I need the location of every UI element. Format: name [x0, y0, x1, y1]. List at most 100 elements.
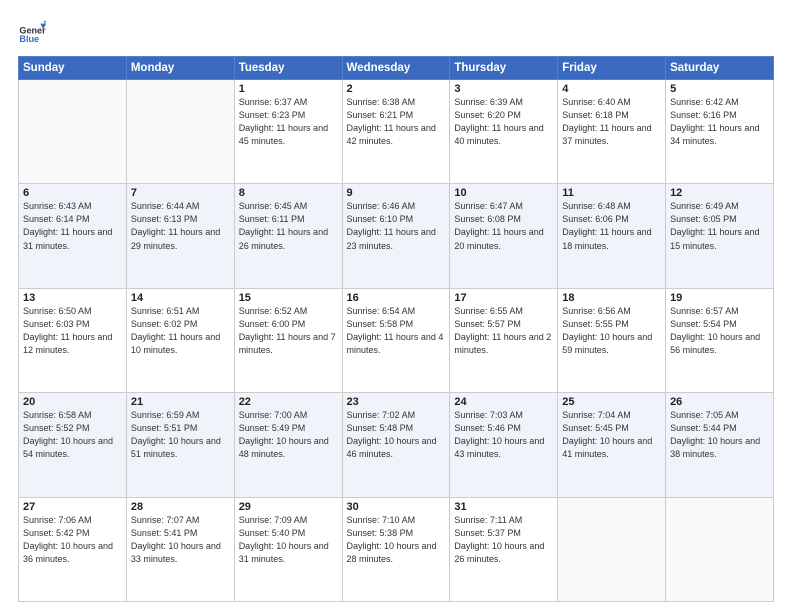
sunset-label: Sunset: 5:41 PM [131, 528, 198, 538]
daylight-label: Daylight: 10 hours and 51 minutes. [131, 436, 221, 459]
calendar-cell: 26 Sunrise: 7:05 AM Sunset: 5:44 PM Dayl… [666, 393, 774, 497]
day-number: 2 [347, 83, 446, 95]
daylight-label: Daylight: 10 hours and 41 minutes. [562, 436, 652, 459]
day-number: 19 [670, 292, 769, 304]
sunrise-label: Sunrise: 6:39 AM [454, 97, 523, 107]
sunrise-label: Sunrise: 6:43 AM [23, 201, 92, 211]
daylight-label: Daylight: 10 hours and 33 minutes. [131, 541, 221, 564]
sunset-label: Sunset: 5:46 PM [454, 423, 521, 433]
day-info: Sunrise: 6:50 AM Sunset: 6:03 PM Dayligh… [23, 305, 122, 357]
week-row: 13 Sunrise: 6:50 AM Sunset: 6:03 PM Dayl… [19, 288, 774, 392]
calendar-cell: 24 Sunrise: 7:03 AM Sunset: 5:46 PM Dayl… [450, 393, 558, 497]
week-row: 6 Sunrise: 6:43 AM Sunset: 6:14 PM Dayli… [19, 184, 774, 288]
daylight-label: Daylight: 10 hours and 28 minutes. [347, 541, 437, 564]
day-number: 11 [562, 187, 661, 199]
daylight-label: Daylight: 10 hours and 54 minutes. [23, 436, 113, 459]
sunset-label: Sunset: 6:21 PM [347, 110, 414, 120]
day-number: 12 [670, 187, 769, 199]
daylight-label: Daylight: 11 hours and 12 minutes. [23, 332, 112, 355]
day-info: Sunrise: 6:59 AM Sunset: 5:51 PM Dayligh… [131, 409, 230, 461]
col-header-saturday: Saturday [666, 57, 774, 80]
calendar-cell: 19 Sunrise: 6:57 AM Sunset: 5:54 PM Dayl… [666, 288, 774, 392]
calendar-cell: 31 Sunrise: 7:11 AM Sunset: 5:37 PM Dayl… [450, 497, 558, 601]
sunrise-label: Sunrise: 6:52 AM [239, 306, 308, 316]
day-number: 30 [347, 501, 446, 513]
week-row: 20 Sunrise: 6:58 AM Sunset: 5:52 PM Dayl… [19, 393, 774, 497]
day-info: Sunrise: 7:11 AM Sunset: 5:37 PM Dayligh… [454, 514, 553, 566]
daylight-label: Daylight: 10 hours and 43 minutes. [454, 436, 544, 459]
sunset-label: Sunset: 5:58 PM [347, 319, 414, 329]
sunrise-label: Sunrise: 6:46 AM [347, 201, 416, 211]
day-info: Sunrise: 6:38 AM Sunset: 6:21 PM Dayligh… [347, 96, 446, 148]
sunrise-label: Sunrise: 7:03 AM [454, 410, 523, 420]
sunset-label: Sunset: 5:54 PM [670, 319, 737, 329]
sunrise-label: Sunrise: 6:58 AM [23, 410, 92, 420]
sunset-label: Sunset: 6:16 PM [670, 110, 737, 120]
sunset-label: Sunset: 5:38 PM [347, 528, 414, 538]
day-number: 5 [670, 83, 769, 95]
day-info: Sunrise: 7:10 AM Sunset: 5:38 PM Dayligh… [347, 514, 446, 566]
day-number: 23 [347, 396, 446, 408]
calendar-cell: 13 Sunrise: 6:50 AM Sunset: 6:03 PM Dayl… [19, 288, 127, 392]
sunrise-label: Sunrise: 6:54 AM [347, 306, 416, 316]
day-number: 28 [131, 501, 230, 513]
sunset-label: Sunset: 6:10 PM [347, 214, 414, 224]
day-info: Sunrise: 6:44 AM Sunset: 6:13 PM Dayligh… [131, 200, 230, 252]
day-info: Sunrise: 7:07 AM Sunset: 5:41 PM Dayligh… [131, 514, 230, 566]
week-row: 27 Sunrise: 7:06 AM Sunset: 5:42 PM Dayl… [19, 497, 774, 601]
logo-icon: General Blue [18, 18, 46, 46]
svg-text:Blue: Blue [19, 34, 39, 44]
day-number: 7 [131, 187, 230, 199]
col-header-monday: Monday [126, 57, 234, 80]
calendar-cell [126, 80, 234, 184]
daylight-label: Daylight: 11 hours and 37 minutes. [562, 123, 651, 146]
day-info: Sunrise: 6:46 AM Sunset: 6:10 PM Dayligh… [347, 200, 446, 252]
sunset-label: Sunset: 6:14 PM [23, 214, 90, 224]
day-number: 31 [454, 501, 553, 513]
calendar-cell: 20 Sunrise: 6:58 AM Sunset: 5:52 PM Dayl… [19, 393, 127, 497]
sunset-label: Sunset: 5:57 PM [454, 319, 521, 329]
day-number: 3 [454, 83, 553, 95]
sunrise-label: Sunrise: 7:09 AM [239, 515, 308, 525]
day-number: 21 [131, 396, 230, 408]
col-header-thursday: Thursday [450, 57, 558, 80]
sunrise-label: Sunrise: 6:49 AM [670, 201, 739, 211]
logo: General Blue [18, 18, 40, 46]
sunset-label: Sunset: 6:23 PM [239, 110, 306, 120]
calendar-cell: 16 Sunrise: 6:54 AM Sunset: 5:58 PM Dayl… [342, 288, 450, 392]
daylight-label: Daylight: 10 hours and 31 minutes. [239, 541, 329, 564]
daylight-label: Daylight: 11 hours and 26 minutes. [239, 227, 328, 250]
daylight-label: Daylight: 10 hours and 38 minutes. [670, 436, 760, 459]
sunrise-label: Sunrise: 7:04 AM [562, 410, 631, 420]
calendar-cell: 6 Sunrise: 6:43 AM Sunset: 6:14 PM Dayli… [19, 184, 127, 288]
sunset-label: Sunset: 6:08 PM [454, 214, 521, 224]
sunset-label: Sunset: 5:42 PM [23, 528, 90, 538]
sunrise-label: Sunrise: 6:40 AM [562, 97, 631, 107]
week-row: 1 Sunrise: 6:37 AM Sunset: 6:23 PM Dayli… [19, 80, 774, 184]
sunrise-label: Sunrise: 6:42 AM [670, 97, 739, 107]
day-number: 20 [23, 396, 122, 408]
sunset-label: Sunset: 5:45 PM [562, 423, 629, 433]
sunrise-label: Sunrise: 7:00 AM [239, 410, 308, 420]
calendar-cell: 23 Sunrise: 7:02 AM Sunset: 5:48 PM Dayl… [342, 393, 450, 497]
daylight-label: Daylight: 10 hours and 36 minutes. [23, 541, 113, 564]
header-row: SundayMondayTuesdayWednesdayThursdayFrid… [19, 57, 774, 80]
day-info: Sunrise: 6:40 AM Sunset: 6:18 PM Dayligh… [562, 96, 661, 148]
day-number: 16 [347, 292, 446, 304]
sunset-label: Sunset: 5:49 PM [239, 423, 306, 433]
daylight-label: Daylight: 11 hours and 20 minutes. [454, 227, 543, 250]
day-info: Sunrise: 7:00 AM Sunset: 5:49 PM Dayligh… [239, 409, 338, 461]
header: General Blue [18, 18, 774, 46]
calendar-cell: 22 Sunrise: 7:00 AM Sunset: 5:49 PM Dayl… [234, 393, 342, 497]
calendar-cell: 9 Sunrise: 6:46 AM Sunset: 6:10 PM Dayli… [342, 184, 450, 288]
day-number: 13 [23, 292, 122, 304]
sunset-label: Sunset: 6:03 PM [23, 319, 90, 329]
sunset-label: Sunset: 5:55 PM [562, 319, 629, 329]
sunset-label: Sunset: 6:06 PM [562, 214, 629, 224]
day-info: Sunrise: 6:55 AM Sunset: 5:57 PM Dayligh… [454, 305, 553, 357]
sunset-label: Sunset: 6:05 PM [670, 214, 737, 224]
sunrise-label: Sunrise: 6:45 AM [239, 201, 308, 211]
daylight-label: Daylight: 11 hours and 34 minutes. [670, 123, 759, 146]
daylight-label: Daylight: 11 hours and 7 minutes. [239, 332, 336, 355]
day-info: Sunrise: 6:48 AM Sunset: 6:06 PM Dayligh… [562, 200, 661, 252]
